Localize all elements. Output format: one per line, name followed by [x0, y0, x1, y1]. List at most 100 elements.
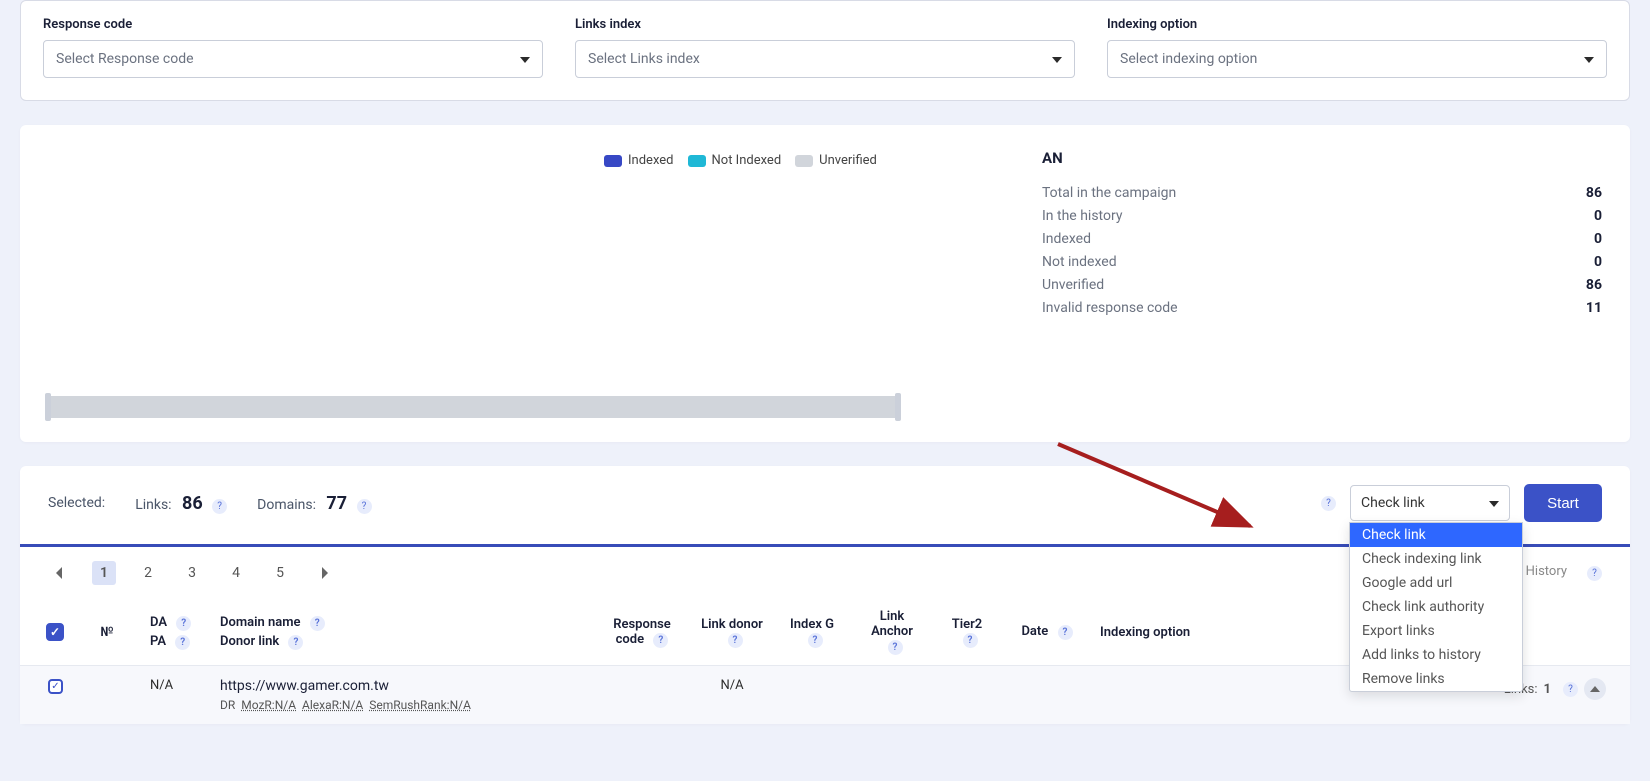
help-icon[interactable]: ? [1563, 682, 1578, 697]
help-icon[interactable]: ? [1058, 625, 1073, 640]
stat-row: Invalid response code11 [1042, 300, 1602, 316]
table-panel: Selected: Links: 86 ? Domains: 77 ? ? Ch… [20, 466, 1630, 724]
row-checkbox[interactable] [48, 679, 63, 694]
help-icon[interactable]: ? [963, 633, 978, 648]
chart-legend: Indexed Not Indexed Unverified [604, 153, 1014, 168]
col-link-anchor: Link Anchor ? [852, 599, 932, 666]
slider-handle-left[interactable] [45, 393, 51, 421]
legend-not-indexed: Not Indexed [688, 153, 782, 168]
metrics-line: DR MozR:N/A AlexaR:N/A SemRushRank:N/A [220, 698, 584, 712]
select-links-index[interactable]: Select Links index [575, 40, 1075, 78]
cell-link-donor: N/A [692, 666, 772, 725]
help-icon[interactable]: ? [653, 633, 668, 648]
alexar-link[interactable]: AlexaR:N/A [302, 698, 363, 712]
cell-domain: https://www.gamer.com.tw DR MozR:N/A Ale… [212, 666, 592, 725]
col-link-donor: Link donor ? [692, 599, 772, 666]
stats-summary: AN Total in the campaign86In the history… [1042, 149, 1602, 418]
dropdown-item[interactable]: Remove links [1350, 667, 1522, 691]
chart-range-slider[interactable] [48, 396, 898, 418]
page-button[interactable]: 5 [268, 561, 292, 585]
filter-label-response-code: Response code [43, 17, 543, 32]
select-placeholder: Select Links index [588, 51, 700, 67]
help-icon[interactable]: ? [1321, 496, 1336, 511]
swatch-indexed [604, 155, 622, 167]
dropdown-item[interactable]: Export links [1350, 619, 1522, 643]
page-button[interactable]: 1 [92, 561, 116, 585]
page-next-button[interactable] [312, 561, 336, 585]
select-indexing-option[interactable]: Select indexing option [1107, 40, 1607, 78]
links-group: Links: 86 ? [135, 493, 227, 514]
stat-row: In the history0 [1042, 208, 1602, 224]
col-tier2: Tier2 ? [932, 599, 1002, 666]
slider-handle-right[interactable] [895, 393, 901, 421]
dropdown-item[interactable]: Add links to history [1350, 643, 1522, 667]
caret-down-icon [1052, 51, 1062, 67]
help-icon[interactable]: ? [808, 633, 823, 648]
arrow-annotation [1050, 436, 1270, 536]
start-button[interactable]: Start [1524, 484, 1602, 522]
action-controls: ? Check link Check linkCheck indexing li… [1315, 484, 1602, 522]
help-icon[interactable]: ? [212, 499, 227, 514]
select-all-checkbox[interactable]: ✓ [46, 623, 64, 641]
filters-panel: Response code Select Response code Links… [20, 0, 1630, 101]
action-dropdown: Check linkCheck indexing linkGoogle add … [1349, 522, 1523, 692]
col-domain: Domain name ? Donor link ? [212, 599, 592, 666]
stat-row: Unverified86 [1042, 277, 1602, 293]
dropdown-item[interactable]: Check link [1350, 523, 1522, 547]
action-select[interactable]: Check link Check linkCheck indexing link… [1350, 485, 1510, 521]
help-icon[interactable]: ? [888, 640, 903, 655]
chart-area: Indexed Not Indexed Unverified [48, 149, 1014, 418]
select-placeholder: Select indexing option [1120, 51, 1257, 67]
swatch-not-indexed [688, 155, 706, 167]
help-icon[interactable]: ? [288, 635, 303, 650]
page-button[interactable]: 3 [180, 561, 204, 585]
col-response: Response code ? [592, 599, 692, 666]
filter-indexing-option: Indexing option Select indexing option [1107, 17, 1607, 78]
col-number: № [72, 599, 142, 666]
help-icon[interactable]: ? [357, 499, 372, 514]
swatch-unverified [795, 155, 813, 167]
col-da-pa: DA ? PA ? [142, 599, 212, 666]
legend-unverified: Unverified [795, 153, 877, 168]
page-prev-button[interactable] [48, 561, 72, 585]
tab-history[interactable]: History [1526, 564, 1567, 583]
selection-summary: Selected: Links: 86 ? Domains: 77 ? [48, 493, 372, 514]
links-count: 86 [182, 493, 203, 514]
expand-row-button[interactable] [1584, 678, 1606, 700]
domain-link[interactable]: https://www.gamer.com.tw [220, 678, 584, 694]
help-icon[interactable]: ? [1587, 566, 1602, 581]
stat-row: Indexed0 [1042, 231, 1602, 247]
stats-panel: Indexed Not Indexed Unverified AN Total … [20, 125, 1630, 442]
col-date: Date ? [1002, 599, 1092, 666]
help-icon[interactable]: ? [176, 616, 191, 631]
mozr-link[interactable]: MozR:N/A [241, 698, 296, 712]
page-button[interactable]: 2 [136, 561, 160, 585]
dropdown-item[interactable]: Check indexing link [1350, 547, 1522, 571]
filter-response-code: Response code Select Response code [43, 17, 543, 78]
caret-down-icon [1584, 51, 1594, 67]
domains-group: Domains: 77 ? [257, 493, 371, 514]
stats-title: AN [1042, 149, 1602, 167]
filter-label-links-index: Links index [575, 17, 1075, 32]
selection-toolbar: Selected: Links: 86 ? Domains: 77 ? ? Ch… [20, 466, 1630, 547]
caret-down-icon [1489, 495, 1499, 511]
selected-label: Selected: [48, 495, 105, 511]
legend-indexed: Indexed [604, 153, 674, 168]
help-icon[interactable]: ? [310, 616, 325, 631]
dropdown-item[interactable]: Google add url [1350, 571, 1522, 595]
pagination: 12345 [48, 561, 336, 585]
select-response-code[interactable]: Select Response code [43, 40, 543, 78]
col-index-g: Index G ? [772, 599, 852, 666]
dropdown-item[interactable]: Check link authority [1350, 595, 1522, 619]
filter-links-index: Links index Select Links index [575, 17, 1075, 78]
semrush-link[interactable]: SemRushRank:N/A [369, 698, 471, 712]
page-button[interactable]: 4 [224, 561, 248, 585]
caret-down-icon [520, 51, 530, 67]
select-placeholder: Select Response code [56, 51, 194, 67]
help-icon[interactable]: ? [728, 633, 743, 648]
filter-label-indexing-option: Indexing option [1107, 17, 1607, 32]
action-selected-label: Check link [1361, 495, 1425, 511]
stat-row: Not indexed0 [1042, 254, 1602, 270]
domains-count: 77 [326, 493, 347, 514]
help-icon[interactable]: ? [175, 635, 190, 650]
